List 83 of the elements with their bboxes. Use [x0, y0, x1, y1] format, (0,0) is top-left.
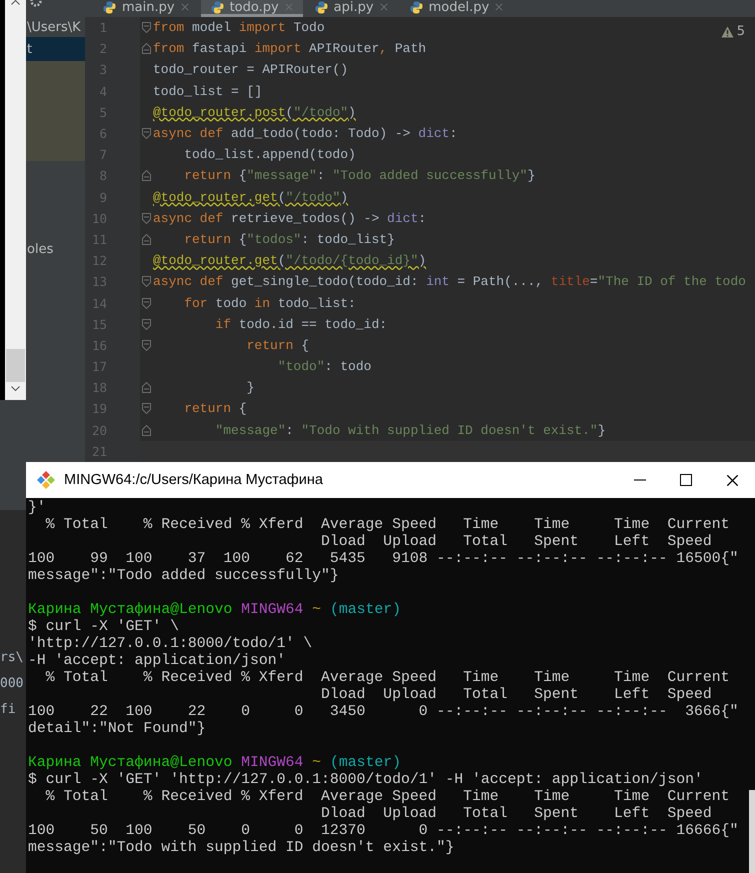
code-line: todo_list = []	[153, 84, 262, 99]
code-line: "todo": todo	[276, 359, 372, 374]
terminal-line: % Total % Received % Xferd Average Speed Time Time Time Current	[44, 670, 730, 687]
maximize-icon	[680, 474, 692, 486]
scrollbar-thumb[interactable]	[6, 349, 25, 382]
terminal-line: Dload Upload Total Spent Left Speed	[320, 687, 713, 704]
project-tree-item[interactable]: \Users\K	[26, 17, 85, 37]
code-line: }	[246, 380, 254, 396]
fold-icon[interactable]	[142, 128, 151, 140]
code-line: @todo_router.get("/todo")	[153, 190, 348, 205]
warning-icon[interactable]	[720, 26, 734, 38]
caret-down-icon[interactable]	[11, 386, 20, 391]
code-line: for todo in todo_list:	[183, 296, 356, 311]
close-icon	[380, 3, 388, 11]
code-line: return {"todos": todo_list}	[183, 232, 395, 247]
terminal-text: 000	[0, 676, 24, 693]
code-line: todo_router = APIRouter()	[153, 62, 348, 78]
python-file-icon	[210, 0, 224, 14]
warning-count: 5	[736, 24, 745, 39]
terminal-line: -H 'accept: application/json'	[28, 653, 287, 670]
gear-icon[interactable]	[29, 0, 43, 8]
terminal-line: Карина Мустафина@Lenovo MINGW64 ~ (master)	[28, 755, 402, 772]
fold-icon[interactable]	[142, 234, 151, 245]
caret-up-icon[interactable]	[11, 0, 20, 5]
fold-icon[interactable]	[142, 276, 151, 288]
terminal-text: rs\	[0, 650, 24, 667]
terminal-line: % Total % Received % Xferd Average Speed Time Time Time Current	[44, 517, 730, 534]
terminal-text: fi	[0, 702, 16, 719]
fold-icon[interactable]	[142, 382, 151, 394]
code-line: @todo_router.get("/todo/{todo_id}")	[153, 253, 426, 268]
close-icon	[284, 3, 293, 11]
code-line: return {	[246, 338, 310, 353]
editor-tab[interactable]: todo.py	[200, 0, 303, 17]
project-tree-item[interactable]: t	[26, 37, 85, 61]
tab-label: api.py	[334, 0, 374, 14]
terminal-line: Dload Upload Total Spent Left Speed	[320, 534, 713, 551]
terminal-line: 'http://127.0.0.1:8000/todo/1' \	[28, 636, 314, 653]
tab-label: todo.py	[230, 0, 279, 14]
code-line: async def get_single_todo(todo_id: int = Path(..., title="The ID of the todo	[153, 274, 746, 290]
tab-label: main.py	[122, 0, 175, 14]
code-line: async def add_todo(todo: Todo) -> dict:	[153, 126, 458, 142]
code-line: return {"message": "Todo added successfully"}	[183, 168, 536, 184]
code-line: async def retrieve_todos() -> dict:	[153, 210, 426, 226]
code-line: todo_list.append(todo)	[183, 147, 356, 162]
fold-icon[interactable]	[142, 43, 151, 54]
code-line: return {	[183, 401, 247, 416]
fold-icon[interactable]	[142, 298, 151, 309]
python-file-icon	[410, 0, 423, 14]
app-logo-icon	[36, 470, 56, 490]
terminal-line: message":"Todo with supplied ID doesn't exist."}	[28, 840, 456, 857]
terminal-line: 100 50 100 50 0 0 12370 0 --:--:-- --:--:-- --:--:-- 16666{"	[28, 823, 740, 840]
fold-icon[interactable]	[142, 318, 151, 330]
terminal-line: detail":"Not Found"}	[28, 721, 207, 738]
window-title: MINGW64:/c/Users/Карина Мустафина	[64, 472, 324, 488]
scrollbar-thumb[interactable]	[749, 790, 755, 873]
fold-icon[interactable]	[142, 424, 151, 436]
terminal-line: Карина Мустафина@Lenovo MINGW64 ~ (master)	[28, 602, 402, 619]
tab-label: model.py	[428, 0, 490, 14]
fold-icon[interactable]	[142, 403, 151, 414]
fold-icon[interactable]	[142, 22, 151, 34]
terminal-line: 100 99 100 37 100 62 5435 9108 --:--:-- --:--:-- --:--:-- 16500{"	[28, 551, 740, 568]
code-line: from model import Todo	[153, 20, 325, 36]
code-line: if todo.id == todo_id:	[214, 316, 388, 332]
minimize-icon	[634, 479, 646, 481]
terminal-line: }'	[28, 500, 47, 517]
terminal-line: % Total % Received % Xferd Average Speed Time Time Time Current	[44, 789, 730, 806]
python-file-icon	[103, 0, 116, 14]
terminal-line: $ curl -X 'GET' \	[28, 619, 180, 636]
close-icon	[495, 3, 504, 11]
project-tree-item[interactable]: oles	[26, 239, 85, 259]
python-file-icon	[314, 0, 328, 14]
fold-icon[interactable]	[142, 212, 151, 224]
fold-icon[interactable]	[142, 170, 151, 182]
terminal-line: message":"Todo added successfully"}	[28, 568, 340, 585]
code-line: @todo_router.post("/todo")	[153, 104, 356, 120]
terminal-line: $ curl -X 'GET' 'http://127.0.0.1:8000/todo/1' -H 'accept: application/json'	[28, 772, 704, 789]
fold-icon[interactable]	[142, 340, 151, 351]
close-icon	[180, 3, 189, 11]
terminal-line: Dload Upload Total Spent Left Speed	[320, 806, 713, 823]
close-icon	[726, 474, 738, 486]
code-line: from fastapi import APIRouter, Path	[153, 41, 426, 56]
terminal-line: 100 22 100 22 0 0 3450 0 --:--:-- --:--:-- --:--:-- 3666{"	[28, 704, 740, 721]
code-line: "message": "Todo with supplied ID doesn't exist."}	[214, 422, 606, 438]
